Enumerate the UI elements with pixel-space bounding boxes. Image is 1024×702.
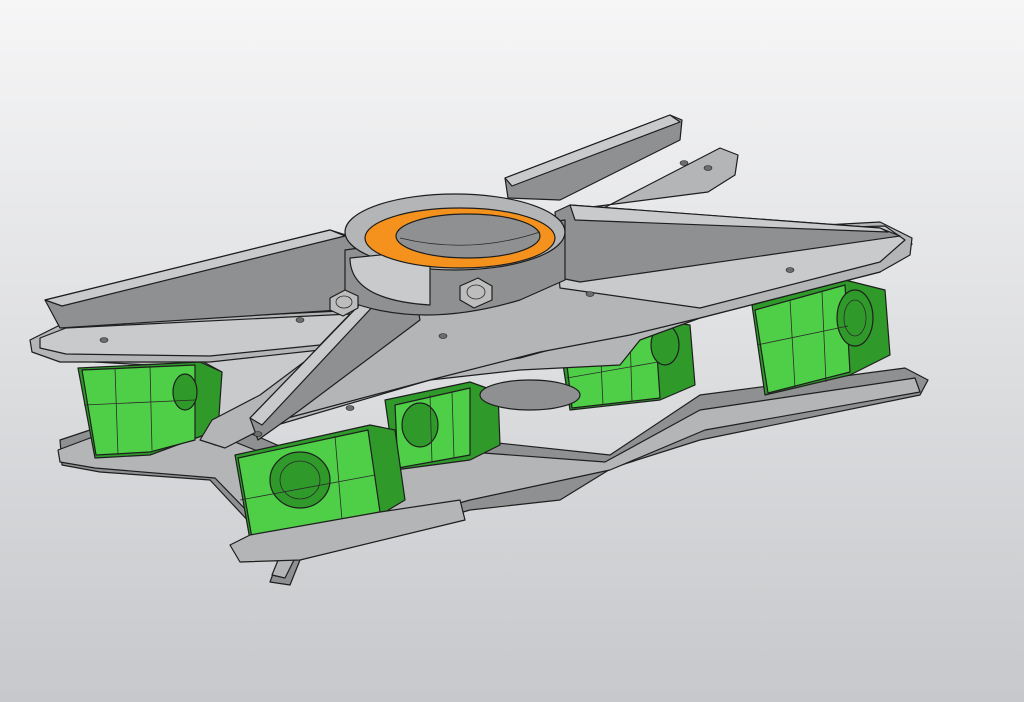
cad-viewport[interactable] bbox=[0, 0, 1024, 702]
cad-model-view[interactable] bbox=[0, 0, 1024, 702]
center-bore bbox=[479, 379, 581, 411]
